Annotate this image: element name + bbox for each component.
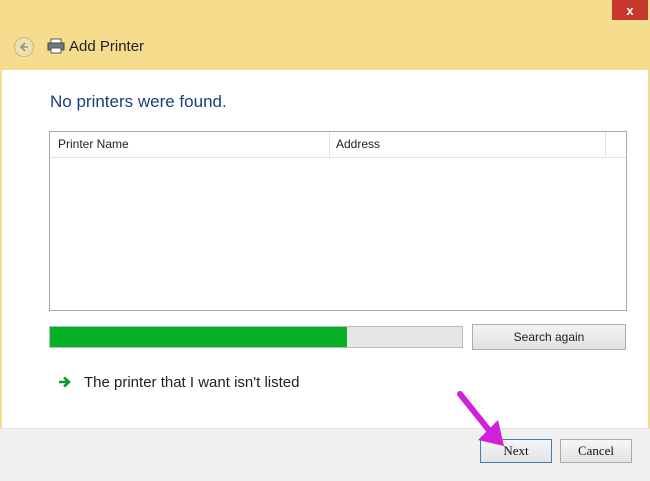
window-title: Add Printer — [69, 38, 145, 55]
title-bar: Add Printer — [0, 22, 650, 70]
column-header-address[interactable]: Address — [330, 132, 606, 157]
column-header-printer-name[interactable]: Printer Name — [50, 132, 330, 157]
search-again-button[interactable]: Search again — [472, 324, 626, 350]
printer-icon — [47, 38, 65, 54]
progress-fill — [50, 327, 347, 347]
page-heading: No printers were found. — [50, 92, 227, 111]
list-header: Printer Name Address — [50, 132, 626, 158]
printer-not-listed-label[interactable]: The printer that I want isn't listed — [84, 374, 299, 391]
add-printer-window: x Add Printer No printers were found. Pr… — [0, 0, 650, 481]
close-icon: x — [626, 2, 634, 18]
close-button[interactable]: x — [612, 0, 648, 20]
cancel-button[interactable]: Cancel — [560, 439, 632, 463]
wizard-footer: Next Cancel — [0, 428, 650, 481]
search-progress-bar — [49, 326, 463, 348]
printer-list[interactable]: Printer Name Address — [49, 131, 627, 311]
printer-not-listed-link[interactable]: The printer that I want isn't listed — [58, 372, 299, 392]
green-arrow-icon — [59, 376, 71, 388]
annotation-pointer-arrow-icon — [457, 391, 504, 446]
back-arrow-icon[interactable] — [14, 37, 34, 57]
wizard-content: No printers were found. Printer Name Add… — [2, 70, 648, 428]
